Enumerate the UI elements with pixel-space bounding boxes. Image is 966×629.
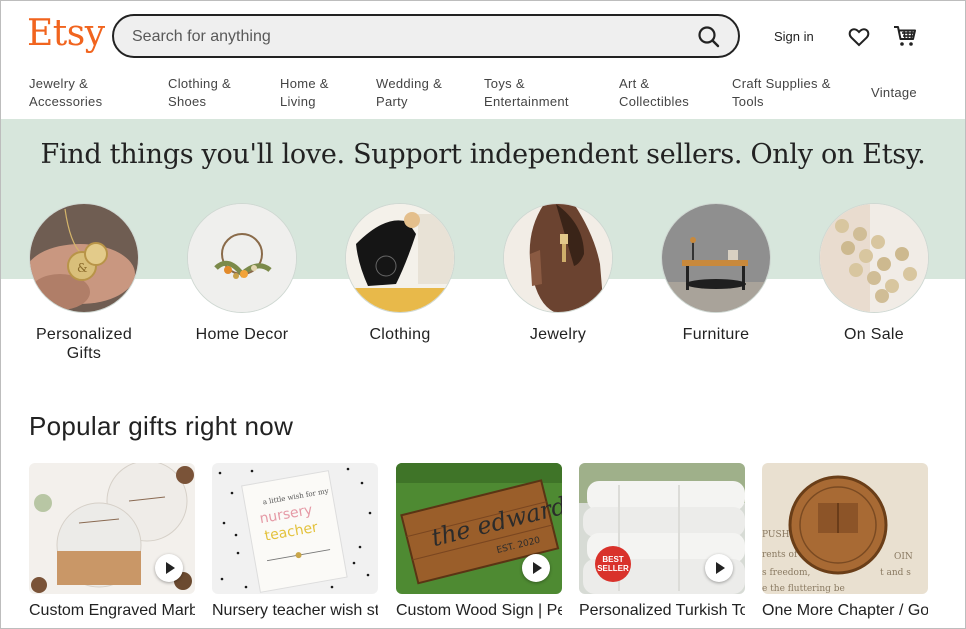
nav-label-line2: Tools [732,94,764,109]
product-card[interactable]: Custom Engraved Marble Wood [29,463,195,620]
nav-label-line1: Toys & [484,76,525,91]
category-jewelry[interactable]: Jewelry [503,203,613,344]
category-image [345,203,455,313]
category-label-line1: Clothing [369,326,431,343]
nav-home-living[interactable]: Home & Living [280,75,329,111]
category-image [187,203,297,313]
category-label-line1: Home Decor [195,326,289,343]
nav-jewelry-accessories[interactable]: Jewelry & Accessories [29,75,102,111]
best-seller-badge: BEST SELLER [595,546,631,582]
heart-icon [848,28,870,47]
product-title: One More Chapter / Go to Bed Copper [762,602,928,619]
nav-label-line2: Shoes [168,94,207,109]
category-home-decor[interactable]: Home Decor [187,203,297,344]
product-card[interactable]: BEST SELLER Personalized Turkish Towel, … [579,463,745,620]
cart-icon [894,26,916,46]
nav-label-line2: Party [376,94,408,109]
nav-label-line2: Collectibles [619,94,690,109]
play-video-button[interactable] [155,554,183,582]
svg-text:OIN: OIN [894,552,913,562]
product-image [29,463,195,594]
category-label-line1: On Sale [844,326,904,343]
category-label-line1: Furniture [682,326,750,343]
svg-text:s freedom,: s freedom, [762,568,810,578]
svg-text:rents of: rents of [762,550,798,560]
nav-label-line1: Art & [619,76,650,91]
product-image: BEST SELLER [579,463,745,594]
svg-text:e the fluttering be: e the fluttering be [762,584,845,594]
search-bar [112,14,740,58]
product-image: PUSH rents of s freedom, OIN t and s e t… [762,463,928,594]
category-image [503,203,613,313]
product-image: a little wish for my nursery teacher [212,463,378,594]
play-video-button[interactable] [705,554,733,582]
nav-toys-entertainment[interactable]: Toys & Entertainment [484,75,569,111]
category-label-line2: Gifts [66,345,102,362]
product-title: Nursery teacher wish string! Nursery [212,602,378,619]
nav-label-line1: Wedding & [376,76,443,91]
nav-vintage[interactable]: Vintage [871,84,917,102]
nav-wedding-party[interactable]: Wedding & Party [376,75,442,111]
svg-text:PUSH: PUSH [762,530,790,540]
nav-label-line1: Craft Supplies & [732,76,831,91]
product-title: Custom Wood Sign | Personalized Family [396,602,562,619]
product-card[interactable]: a little wish for my nursery teacher Nur… [212,463,378,620]
nav-clothing-shoes[interactable]: Clothing & Shoes [168,75,231,111]
nav-label-line1: Jewelry & [29,76,89,91]
favorites-button[interactable] [847,25,871,49]
nav-art-collectibles[interactable]: Art & Collectibles [619,75,689,111]
cart-button[interactable] [892,23,918,49]
category-label-line1: Personalized [35,326,133,343]
nav-label-line2: Entertainment [484,94,569,109]
etsy-logo[interactable]: Etsy [27,13,105,54]
nav-craft-supplies-tools[interactable]: Craft Supplies & Tools [732,75,831,111]
category-on-sale[interactable]: On Sale [819,203,929,344]
nav-label-line1: Clothing & [168,76,231,91]
category-clothing[interactable]: Clothing [345,203,455,344]
category-personalized-gifts[interactable]: & Personalized Gifts [29,203,139,363]
header: Etsy Sign in [1,1,965,73]
search-input[interactable] [130,24,674,50]
nav-label-line1: Home & [280,76,329,91]
category-image [661,203,771,313]
product-card[interactable]: PUSH rents of s freedom, OIN t and s e t… [762,463,928,620]
nav-label-line1: Vintage [871,85,917,100]
category-furniture[interactable]: Furniture [661,203,771,344]
search-button[interactable] [696,24,722,50]
category-nav: Jewelry & Accessories Clothing & Shoes H… [1,73,965,119]
svg-text:&: & [77,261,88,275]
sign-in-link[interactable]: Sign in [774,29,814,44]
search-icon [698,26,720,48]
hero-title: Find things you'll love. Support indepen… [40,139,926,170]
category-label-line1: Jewelry [529,326,587,343]
play-video-button[interactable] [522,554,550,582]
product-card[interactable]: the edwards EST. 2020 Custom Wood Sign |… [396,463,562,620]
product-title: Personalized Turkish Towel, Personalized [579,602,745,619]
category-image [819,203,929,313]
product-image: the edwards EST. 2020 [396,463,562,594]
nav-label-line2: Accessories [29,94,103,109]
category-image: & [29,203,139,313]
svg-text:t and s: t and s [880,568,911,578]
nav-label-line2: Living [280,94,316,109]
section-title: Popular gifts right now [29,411,294,441]
product-title: Custom Engraved Marble Wood [29,602,195,619]
